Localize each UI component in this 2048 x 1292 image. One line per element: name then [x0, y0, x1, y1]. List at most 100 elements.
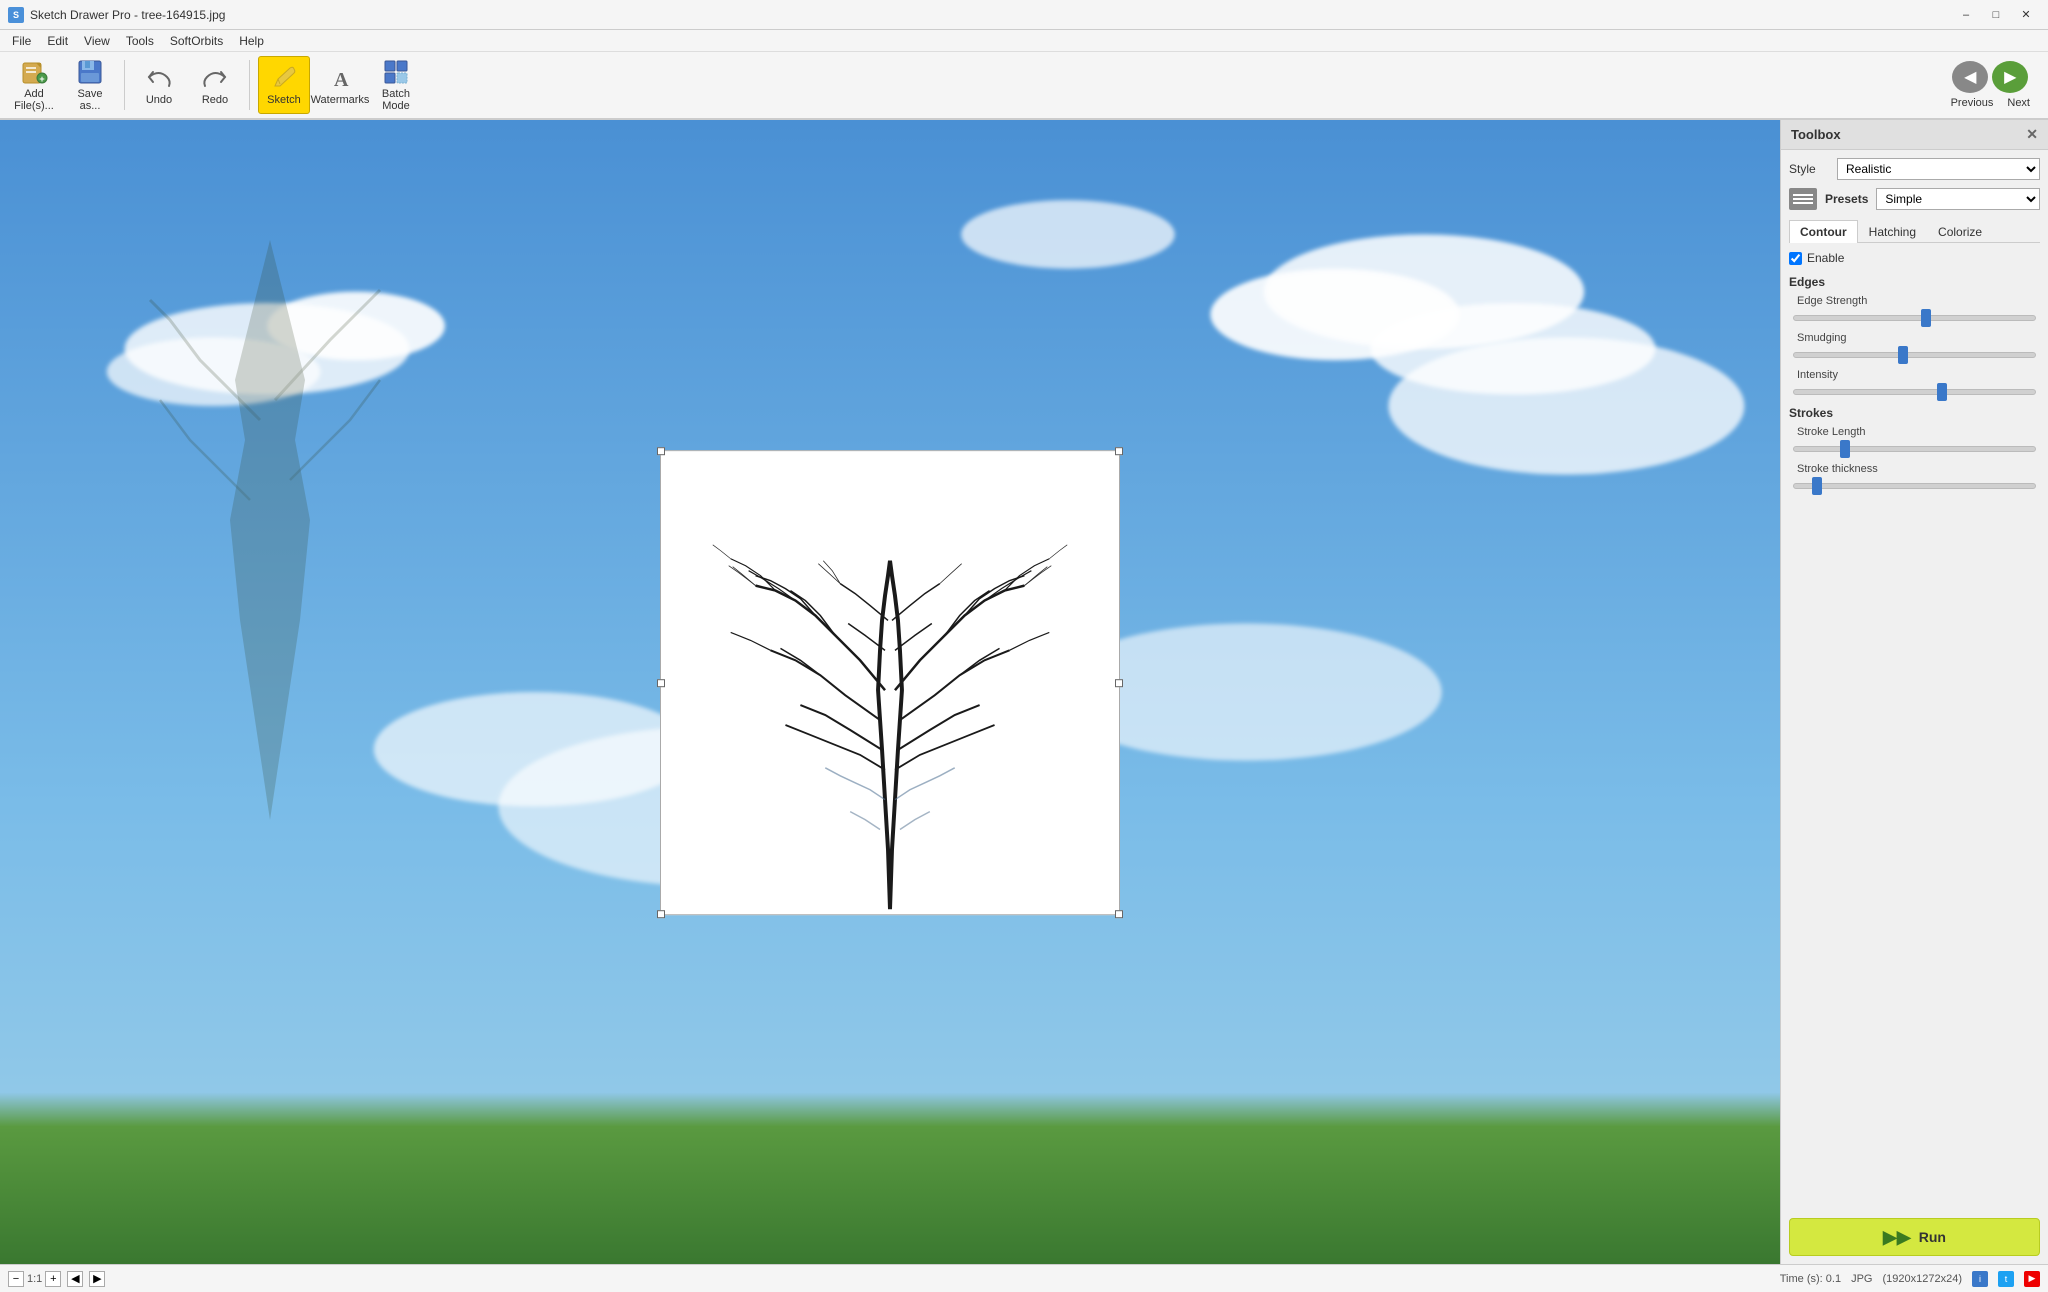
info-icon[interactable]: i	[1972, 1271, 1988, 1287]
page-next-button[interactable]: ▶	[89, 1271, 105, 1287]
intensity-group: Intensity	[1789, 369, 2040, 398]
watermarks-button[interactable]: A Watermarks	[314, 56, 366, 114]
tab-contour[interactable]: Contour	[1789, 220, 1858, 243]
window-title: Sketch Drawer Pro - tree-164915.jpg	[30, 8, 225, 22]
add-file-icon: +	[20, 58, 48, 86]
undo-button[interactable]: Undo	[133, 56, 185, 114]
style-select[interactable]: Realistic Pencil Charcoal	[1837, 158, 2040, 180]
presets-select[interactable]: Simple Detailed Soft	[1876, 188, 2040, 210]
presets-icon	[1789, 188, 1817, 210]
run-button[interactable]: ▶▶ Run	[1789, 1218, 2040, 1256]
add-file-label: AddFile(s)...	[14, 88, 54, 112]
stroke-length-label: Stroke Length	[1797, 426, 2040, 438]
save-as-label: Saveas...	[77, 88, 102, 112]
intensity-track	[1789, 384, 2040, 398]
stroke-thickness-group: Stroke thickness	[1789, 463, 2040, 492]
menu-view[interactable]: View	[76, 32, 118, 50]
smudging-slider[interactable]	[1793, 352, 2036, 358]
intensity-slider[interactable]	[1793, 389, 2036, 395]
canvas-background	[0, 120, 1780, 1264]
zoom-in-button[interactable]: +	[45, 1271, 61, 1287]
toolbox-title: Toolbox	[1791, 127, 1841, 142]
tab-colorize[interactable]: Colorize	[1927, 220, 1993, 243]
menu-tools[interactable]: Tools	[118, 32, 162, 50]
canvas-area[interactable]	[0, 120, 1780, 1264]
status-bar: − 1:1 + ◀ ▶ Time (s): 0.1 JPG (1920x1272…	[0, 1264, 2048, 1292]
batch-mode-button[interactable]: BatchMode	[370, 56, 422, 114]
edge-strength-slider[interactable]	[1793, 315, 2036, 321]
save-as-button[interactable]: Saveas...	[64, 56, 116, 114]
presets-icon-line-1	[1793, 194, 1813, 196]
menu-help[interactable]: Help	[231, 32, 272, 50]
toolbox-panel: Toolbox ✕ Style Realistic Pencil Charcoa…	[1780, 120, 2048, 1264]
toolbox-body: Style Realistic Pencil Charcoal Presets	[1781, 150, 2048, 1208]
menu-bar: File Edit View Tools SoftOrbits Help	[0, 30, 2048, 52]
page-prev-button[interactable]: ◀	[67, 1271, 83, 1287]
maximize-button[interactable]: □	[1982, 5, 2010, 25]
redo-button[interactable]: Redo	[189, 56, 241, 114]
stroke-thickness-label: Stroke thickness	[1797, 463, 2040, 475]
dimensions-label: (1920x1272x24)	[1882, 1273, 1962, 1285]
batch-mode-label: BatchMode	[382, 88, 410, 112]
batch-mode-icon	[382, 58, 410, 86]
selection-handle-mr[interactable]	[1115, 679, 1123, 687]
stroke-length-slider[interactable]	[1793, 446, 2036, 452]
selection-handle-tl[interactable]	[657, 447, 665, 455]
strokes-title: Strokes	[1789, 406, 2040, 420]
youtube-icon[interactable]: ▶	[2024, 1271, 2040, 1287]
redo-icon	[201, 64, 229, 92]
intensity-label: Intensity	[1797, 369, 2040, 381]
smudging-label: Smudging	[1797, 332, 2040, 344]
zoom-control: − 1:1 +	[8, 1271, 61, 1287]
svg-text:+: +	[39, 74, 44, 84]
status-left: − 1:1 + ◀ ▶	[8, 1271, 105, 1287]
edge-strength-group: Edge Strength	[1789, 295, 2040, 324]
menu-file[interactable]: File	[4, 32, 39, 50]
enable-row: Enable	[1789, 251, 2040, 265]
presets-icon-lines	[1793, 194, 1813, 204]
main-layout: Toolbox ✕ Style Realistic Pencil Charcoa…	[0, 120, 2048, 1264]
sketch-overlay	[660, 450, 1120, 915]
presets-row: Presets Simple Detailed Soft	[1789, 188, 2040, 210]
close-button[interactable]: ✕	[2012, 5, 2040, 25]
previous-button[interactable]: ◀	[1952, 61, 1988, 93]
style-label: Style	[1789, 162, 1829, 176]
tab-hatching[interactable]: Hatching	[1858, 220, 1927, 243]
minimize-button[interactable]: –	[1952, 5, 1980, 25]
watermarks-icon: A	[326, 64, 354, 92]
sketch-tree-svg	[661, 451, 1119, 914]
stroke-length-track	[1789, 441, 2040, 455]
sketch-button[interactable]: Sketch	[258, 56, 310, 114]
format-label: JPG	[1851, 1273, 1872, 1285]
selection-handle-ml[interactable]	[657, 679, 665, 687]
toolbox-header: Toolbox ✕	[1781, 120, 2048, 150]
menu-edit[interactable]: Edit	[39, 32, 76, 50]
presets-select-wrap: Simple Detailed Soft	[1876, 188, 2040, 210]
enable-checkbox[interactable]	[1789, 252, 1802, 265]
add-file-button[interactable]: + AddFile(s)...	[8, 56, 60, 114]
twitter-icon[interactable]: t	[1998, 1271, 2014, 1287]
title-bar-controls: – □ ✕	[1952, 5, 2040, 25]
save-icon	[76, 58, 104, 86]
next-button[interactable]: ▶	[1992, 61, 2028, 93]
nav-buttons: ◀ ▶	[1952, 61, 2028, 93]
zoom-out-button[interactable]: −	[8, 1271, 24, 1287]
strokes-section: Strokes Stroke Length Stroke thickness	[1789, 406, 2040, 492]
selection-handle-bl[interactable]	[657, 910, 665, 918]
menu-softorbits[interactable]: SoftOrbits	[162, 32, 231, 50]
edges-title: Edges	[1789, 275, 2040, 289]
enable-label[interactable]: Enable	[1807, 251, 1844, 265]
stroke-thickness-slider[interactable]	[1793, 483, 2036, 489]
toolbox-close-button[interactable]: ✕	[2026, 126, 2038, 143]
tabs: Contour Hatching Colorize	[1789, 220, 2040, 243]
title-bar: S Sketch Drawer Pro - tree-164915.jpg – …	[0, 0, 2048, 30]
time-label: Time (s): 0.1	[1780, 1273, 1841, 1285]
stroke-length-group: Stroke Length	[1789, 426, 2040, 455]
undo-label: Undo	[146, 94, 172, 106]
run-icon: ▶▶	[1883, 1227, 1911, 1248]
smudging-group: Smudging	[1789, 332, 2040, 361]
run-label: Run	[1919, 1229, 1946, 1245]
next-label: Next	[2007, 97, 2030, 109]
selection-handle-br[interactable]	[1115, 910, 1123, 918]
selection-handle-tr[interactable]	[1115, 447, 1123, 455]
